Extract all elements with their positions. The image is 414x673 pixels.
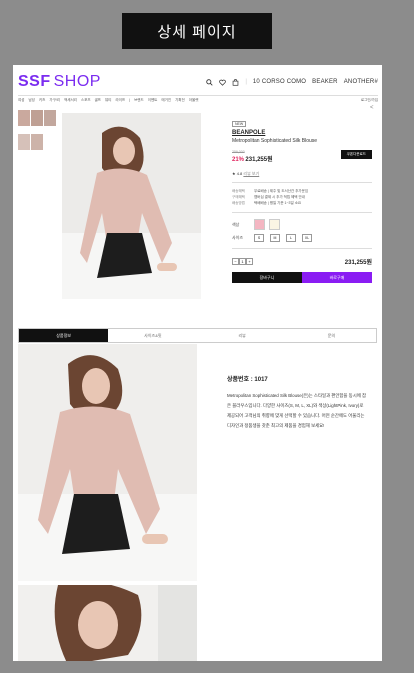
- qty-plus-button[interactable]: +: [246, 258, 253, 265]
- main-product-image: [62, 113, 201, 299]
- benefit-info: 배송혜택 무료배송 | 제주 및 도서산간 추가운임 구매혜택 멤버십 결제 시 추…: [232, 188, 372, 206]
- nav-item[interactable]: 가구/리: [49, 98, 60, 103]
- divider: [232, 248, 372, 249]
- main-nav: 여성 남성 키즈 가구/리 액세서리 스포츠 골프 뷰티 라이프 | 브랜드 이…: [18, 96, 378, 104]
- page-title: 상세 페이지: [157, 23, 237, 41]
- tab-reviews[interactable]: 리뷰: [198, 329, 287, 342]
- logo-sub: SHOP: [53, 73, 101, 90]
- page-title-banner: 상세 페이지: [122, 13, 272, 49]
- size-options: 사이즈 S M L XL: [232, 234, 372, 242]
- product-brand[interactable]: BEANPOLE: [232, 130, 372, 136]
- brand-link-3[interactable]: ANOTHER#: [344, 79, 378, 85]
- product-info: NEW BEANPOLE Metropolitan Sophisticated …: [232, 121, 372, 283]
- thumbnail-3[interactable]: [44, 110, 56, 126]
- description-text: Metropolitan Sophisticated Silk Blouse(은…: [227, 393, 367, 428]
- rating: ★ 4.8 리뷰 보기: [232, 171, 372, 183]
- thumbnail-4[interactable]: [18, 134, 30, 150]
- thumbnail-5[interactable]: [31, 134, 43, 150]
- info-key: 배송방법: [232, 201, 245, 205]
- quantity-stepper: − 1 +: [232, 258, 253, 265]
- info-value: 무료배송 | 제주 및 도서산간 추가운임: [254, 189, 309, 193]
- buy-now-button[interactable]: 바로구매: [302, 272, 372, 283]
- tab-product-info[interactable]: 상품정보: [19, 329, 109, 342]
- product-name: Metropolitan Sophisticated Silk Blouse: [232, 138, 318, 144]
- color-swatch-ivory[interactable]: [269, 219, 280, 230]
- info-value: 택배배송 | 평일 기준 1~3일 소요: [254, 201, 302, 205]
- nav-item[interactable]: 뷰티: [105, 98, 111, 103]
- nav-item[interactable]: 브랜드: [134, 98, 144, 103]
- sale-price: 231,255원: [245, 157, 273, 163]
- info-value: 멤버십 결제 시 추가 적립 혜택 안내: [254, 195, 305, 199]
- purchase-buttons: 장바구니 바로구매: [232, 272, 372, 283]
- nav-item[interactable]: 키즈: [39, 98, 45, 103]
- size-option-xl[interactable]: XL: [302, 234, 312, 242]
- site-logo[interactable]: SSF SHOP: [18, 73, 101, 91]
- nav-item[interactable]: 이벤트: [148, 98, 158, 103]
- size-option-l[interactable]: L: [286, 234, 296, 242]
- detail-image-1: [18, 344, 197, 581]
- nav-item[interactable]: 스포츠: [81, 98, 91, 103]
- nav-item[interactable]: 매거진: [161, 98, 171, 103]
- logo-main: SSF: [18, 73, 51, 90]
- qty-minus-button[interactable]: −: [232, 258, 239, 265]
- divider: [232, 212, 372, 213]
- share-icon[interactable]: <: [370, 105, 374, 111]
- detail-tabs: 상품정보 사이즈&핏 리뷰 문의: [18, 328, 377, 343]
- thumbnail-gallery: [18, 110, 60, 158]
- thumbnail-1[interactable]: [18, 110, 30, 126]
- discount-rate: 21%: [232, 157, 245, 163]
- size-option-s[interactable]: S: [254, 234, 264, 242]
- new-badge: NEW: [232, 121, 247, 127]
- nav-separator: |: [129, 98, 131, 102]
- price-section: 259,000 21% 231,255원 쿠폰다운로드: [232, 150, 372, 163]
- product-description: 상품번호 : 1017 Metropolitan Sophisticated S…: [227, 374, 367, 431]
- brand-link-2[interactable]: BEAKER: [312, 79, 338, 85]
- color-swatch-lightpink[interactable]: [254, 219, 265, 230]
- info-row: 배송방법 택배배송 | 평일 기준 1~3일 소요: [232, 200, 372, 206]
- thumbnail-2[interactable]: [31, 110, 43, 126]
- review-link[interactable]: 리뷰 보기: [243, 171, 259, 176]
- color-options: 색상: [232, 219, 372, 230]
- nav-item[interactable]: 여성: [18, 98, 24, 103]
- nav-item[interactable]: 골프: [95, 98, 101, 103]
- nav-item[interactable]: 라이프: [115, 98, 125, 103]
- color-label: 색상: [232, 221, 240, 227]
- nav-item[interactable]: 액세서리: [64, 98, 77, 103]
- nav-item[interactable]: 기획전: [175, 98, 185, 103]
- product-number: 상품번호 : 1017: [227, 377, 268, 383]
- detail-image-2: [18, 585, 197, 661]
- product-page: SSF SHOP | 10 CORSO COMO BEAKER ANOTHER# …: [13, 65, 382, 661]
- search-icon[interactable]: [206, 78, 213, 86]
- nav-item[interactable]: 아울렛: [189, 98, 199, 103]
- total-price: 231,255원: [344, 260, 372, 266]
- add-to-cart-button[interactable]: 장바구니: [232, 272, 302, 283]
- tab-qna[interactable]: 문의: [287, 329, 376, 342]
- rating-value: ★ 4.8: [232, 171, 243, 176]
- qty-value[interactable]: 1: [239, 258, 246, 265]
- nav-item[interactable]: 남성: [28, 98, 34, 103]
- quantity-row: − 1 + 231,255원: [232, 257, 372, 266]
- tab-size-fit[interactable]: 사이즈&핏: [108, 329, 197, 342]
- login-link[interactable]: 로그인/가입: [361, 98, 378, 103]
- size-label: 사이즈: [232, 235, 244, 240]
- site-header: SSF SHOP | 10 CORSO COMO BEAKER ANOTHER#: [18, 71, 378, 93]
- header-right: | 10 CORSO COMO BEAKER ANOTHER#: [206, 78, 378, 86]
- size-option-m[interactable]: M: [270, 234, 280, 242]
- coupon-button[interactable]: 쿠폰다운로드: [340, 150, 372, 159]
- brand-link-1[interactable]: 10 CORSO COMO: [253, 79, 306, 85]
- cart-icon[interactable]: [232, 78, 239, 86]
- heart-icon[interactable]: [219, 79, 227, 86]
